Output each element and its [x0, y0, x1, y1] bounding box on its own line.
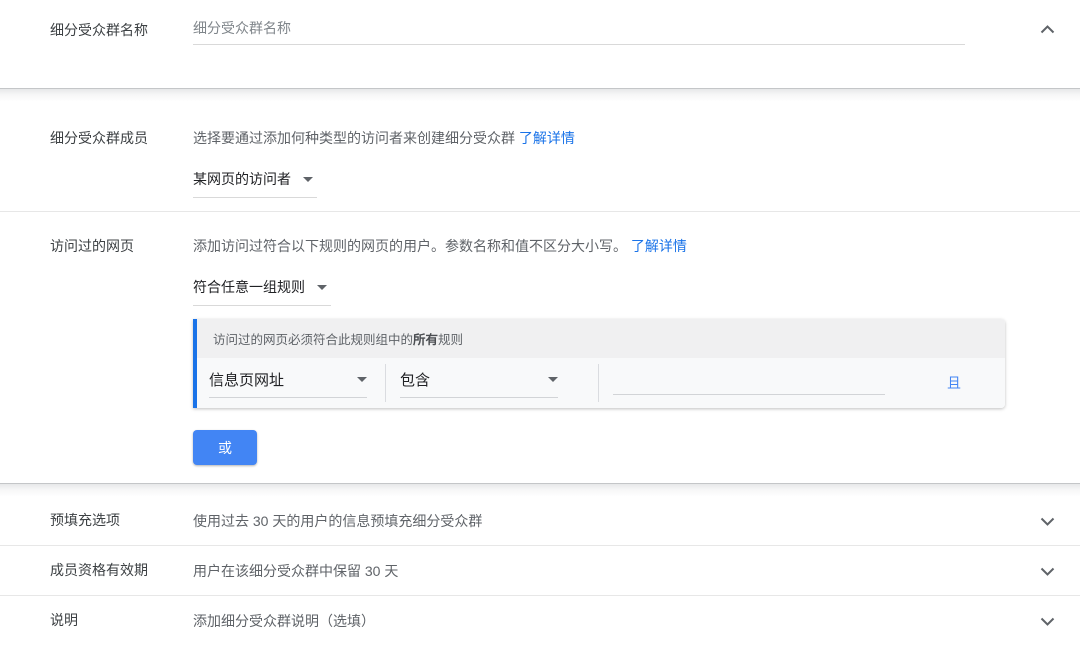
rule-header-bold: 所有: [413, 333, 439, 347]
row-membership-duration[interactable]: 成员资格有效期 用户在该细分受众群中保留 30 天: [0, 546, 1080, 595]
chevron-down-icon: [1040, 613, 1055, 629]
visited-learn-more-link[interactable]: 了解详情: [631, 238, 687, 254]
segment-members-section: 细分受众群成员 选择要通过添加何种类型的访问者来创建细分受众群 了解详情 某网页…: [0, 101, 1080, 211]
rule-row: 信息页网址 包含 且: [197, 358, 1005, 408]
prefill-options-summary: 使用过去 30 天的用户的信息预填充细分受众群: [193, 512, 483, 529]
membership-duration-summary: 用户在该细分受众群中保留 30 天: [193, 562, 399, 579]
collapse-section-button[interactable]: [1036, 21, 1058, 37]
description-summary: 添加细分受众群说明（选填）: [193, 612, 375, 629]
membership-duration-label: 成员资格有效期: [50, 562, 148, 578]
members-learn-more-link[interactable]: 了解详情: [519, 130, 575, 146]
visited-pages-description: 添加访问过符合以下规则的网页的用户。参数名称和值不区分大小写。 了解详情: [193, 238, 687, 254]
expand-row-button[interactable]: [1036, 513, 1058, 529]
segment-name-section: 细分受众群名称: [0, 0, 1080, 88]
members-description: 选择要通过添加何种类型的访问者来创建细分受众群 了解详情: [193, 130, 575, 146]
prefill-options-label: 预填充选项: [50, 512, 120, 528]
card-divider-shadow: [0, 483, 1080, 496]
card-divider-shadow: [0, 88, 1080, 101]
match-type-dropdown[interactable]: 符合任意一组规则: [193, 277, 331, 306]
collapsed-options-card: 预填充选项 使用过去 30 天的用户的信息预填充细分受众群 成员资格有效期 用户…: [0, 496, 1080, 645]
visitor-type-dropdown[interactable]: 某网页的访问者: [193, 169, 317, 198]
visitor-type-value: 某网页的访问者: [193, 171, 291, 187]
rule-field-value: 信息页网址: [209, 371, 285, 389]
visited-pages-section: 访问过的网页 添加访问过符合以下规则的网页的用户。参数名称和值不区分大小写。 了…: [0, 212, 1080, 483]
caret-down-icon: [317, 284, 327, 290]
vertical-separator: [385, 364, 386, 402]
expand-row-button[interactable]: [1036, 613, 1058, 629]
segment-name-input[interactable]: [193, 20, 965, 45]
visited-pages-label: 访问过的网页: [50, 238, 134, 254]
match-type-value: 符合任意一组规则: [193, 279, 305, 295]
caret-down-icon: [357, 376, 367, 382]
segment-name-label: 细分受众群名称: [50, 22, 148, 38]
chevron-down-icon: [1040, 563, 1055, 579]
caret-down-icon: [303, 176, 313, 182]
segment-members-label: 细分受众群成员: [50, 130, 148, 146]
segment-rules-card: 细分受众群成员 选择要通过添加何种类型的访问者来创建细分受众群 了解详情 某网页…: [0, 101, 1080, 483]
caret-down-icon: [548, 376, 558, 382]
rule-group-box: 访问过的网页必须符合此规则组中的 所有 规则 信息页网址 包含 且: [193, 319, 1005, 408]
rule-field-dropdown[interactable]: 信息页网址: [209, 369, 367, 398]
chevron-down-icon: [1040, 513, 1055, 529]
description-label: 说明: [50, 612, 78, 628]
chevron-up-icon: [1040, 21, 1055, 37]
vertical-separator: [598, 364, 599, 402]
rule-operator-dropdown[interactable]: 包含: [400, 369, 558, 398]
add-and-rule-link[interactable]: 且: [947, 373, 961, 393]
add-or-rule-button[interactable]: 或: [193, 430, 257, 465]
rule-group-header: 访问过的网页必须符合此规则组中的 所有 规则: [197, 319, 1005, 358]
row-description[interactable]: 说明 添加细分受众群说明（选填）: [0, 596, 1080, 645]
expand-row-button[interactable]: [1036, 563, 1058, 579]
row-prefill-options[interactable]: 预填充选项 使用过去 30 天的用户的信息预填充细分受众群: [0, 496, 1080, 545]
rule-value-input[interactable]: [613, 371, 885, 395]
rule-operator-value: 包含: [400, 371, 431, 389]
